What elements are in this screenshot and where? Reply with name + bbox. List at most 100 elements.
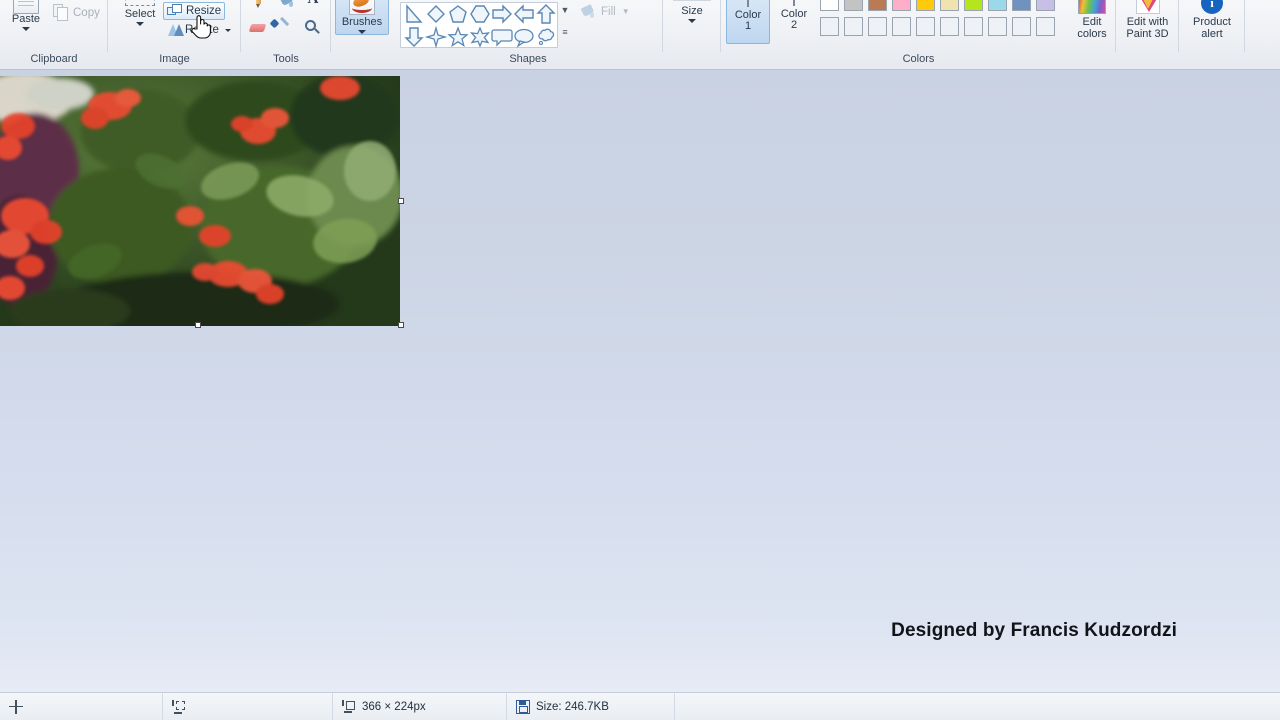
palette-swatch-r1-c1[interactable] xyxy=(820,0,839,11)
selection-handle-right-middle[interactable] xyxy=(398,198,404,204)
shape-fill-dropdown-caret[interactable]: ▼ xyxy=(622,7,630,16)
cursor-position-icon xyxy=(9,699,23,714)
select-button[interactable]: Select xyxy=(114,0,166,26)
paste-dropdown-caret[interactable] xyxy=(22,26,30,31)
size-dropdown-caret[interactable] xyxy=(688,18,696,23)
group-caption-clipboard: Clipboard xyxy=(30,53,78,65)
shape-fill-label: Fill xyxy=(601,5,616,18)
shape-six-point-star-icon[interactable] xyxy=(469,26,491,48)
palette-swatch-r2-c1[interactable] xyxy=(820,17,839,36)
text-a-icon[interactable]: A xyxy=(306,0,320,7)
group-caption-colors: Colors xyxy=(902,53,935,65)
status-selection-size xyxy=(163,693,333,720)
palette-swatch-r1-c10[interactable] xyxy=(1036,0,1055,11)
select-label: Select xyxy=(124,8,156,20)
info-circle-icon: i xyxy=(1201,0,1223,14)
brushes-icon xyxy=(349,0,375,15)
shape-hexagon-icon[interactable] xyxy=(469,3,491,25)
canvas-photo xyxy=(0,76,400,326)
shape-up-arrow-icon[interactable] xyxy=(535,3,557,25)
shape-pentagon-icon[interactable] xyxy=(447,3,469,25)
paint-3d-icon xyxy=(1135,0,1160,14)
product-alert-button[interactable]: i Product alert xyxy=(1180,0,1244,42)
shape-left-arrow-icon[interactable] xyxy=(513,3,535,25)
shape-four-point-star-icon[interactable] xyxy=(425,26,447,48)
shapes-scroll-up-button[interactable]: ▼ xyxy=(558,3,572,18)
shape-diamond-icon[interactable] xyxy=(425,3,447,25)
selection-handle-bottom-middle[interactable] xyxy=(195,322,201,328)
palette-swatch-r2-c5[interactable] xyxy=(916,17,935,36)
ribbon-group-brushes: Brushes xyxy=(331,0,393,52)
palette-swatch-r1-c7[interactable] xyxy=(964,0,983,11)
status-spacer xyxy=(675,693,1280,720)
rotate-icon xyxy=(166,23,184,37)
shape-fill-button[interactable]: Fill ▼ xyxy=(580,4,630,19)
palette-swatch-r1-c3[interactable] xyxy=(868,0,887,11)
shape-right-arrow-icon[interactable] xyxy=(491,3,513,25)
select-dropdown-caret[interactable] xyxy=(136,21,144,26)
product-alert-label-line1: Product xyxy=(1193,16,1231,28)
palette-swatch-r2-c6[interactable] xyxy=(940,17,959,36)
shapes-scroll-expand-button[interactable]: ≡ xyxy=(558,26,572,41)
ribbon-group-captions: Clipboard Image Tools Shapes Colors xyxy=(0,52,1280,69)
shape-five-point-star-icon[interactable] xyxy=(447,26,469,48)
paste-button[interactable]: Paste xyxy=(4,0,48,31)
fill-bucket-icon xyxy=(580,4,597,19)
palette-swatch-r1-c6[interactable] xyxy=(940,0,959,11)
paste-label: Paste xyxy=(11,13,41,25)
ribbon-group-size: Size xyxy=(663,0,721,52)
paint-window: Paste Copy Select Resize Brushes ▼ ≡ Fil… xyxy=(0,0,1280,720)
palette-swatch-r2-c2[interactable] xyxy=(844,17,863,36)
palette-swatch-r2-c7[interactable] xyxy=(964,17,983,36)
palette-swatch-r1-c4[interactable] xyxy=(892,0,911,11)
palette-swatch-r1-c5[interactable] xyxy=(916,0,935,11)
selection-handle-bottom-right[interactable] xyxy=(398,322,404,328)
status-bar: 366 × 224px Size: 246.7KB xyxy=(0,692,1280,720)
edit-colors-label-line2: colors xyxy=(1077,27,1107,40)
paint3d-label-line2: Paint 3D xyxy=(1126,27,1169,40)
brushes-label: Brushes xyxy=(341,16,383,28)
palette-swatch-r1-c2[interactable] xyxy=(844,0,863,11)
select-marquee-icon xyxy=(125,0,155,6)
size-button[interactable]: Size xyxy=(669,0,715,23)
shapes-gallery[interactable] xyxy=(400,2,558,48)
palette-swatch-r2-c10[interactable] xyxy=(1036,17,1055,36)
ribbon-group-shapes: ▼ ≡ Fill ▼ xyxy=(393,0,663,52)
palette-swatch-r2-c3[interactable] xyxy=(868,17,887,36)
shape-down-arrow-icon[interactable] xyxy=(403,26,425,48)
product-alert-label-line2: alert xyxy=(1201,27,1223,40)
rotate-dropdown-caret[interactable] xyxy=(224,29,231,32)
image-canvas[interactable] xyxy=(0,76,400,326)
copy-label: Copy xyxy=(73,6,100,19)
file-size-value: Size: 246.7KB xyxy=(536,700,609,713)
ribbon-group-image: Select Resize Rotate xyxy=(108,0,241,52)
brushes-dropdown-caret[interactable] xyxy=(358,29,366,34)
paint3d-label-line1: Edit with xyxy=(1126,16,1169,28)
mouse-cursor-hand xyxy=(191,15,211,39)
shape-rect-callout-icon[interactable] xyxy=(491,26,513,48)
canvas-area[interactable]: Designed by Francis Kudzordzi xyxy=(0,70,1280,692)
selection-size-icon xyxy=(172,699,186,714)
save-disk-icon xyxy=(516,699,530,714)
edit-colors-button[interactable]: Edit colors xyxy=(1069,0,1115,44)
edit-with-paint3d-button[interactable]: Edit with Paint 3D xyxy=(1117,0,1178,44)
color-1-button[interactable]: Color 1 xyxy=(726,0,770,44)
palette-swatch-r2-c4[interactable] xyxy=(892,17,911,36)
ribbon-group-colors: Color 1 Color 2 Edit colors xyxy=(721,0,1116,52)
palette-swatch-r1-c8[interactable] xyxy=(988,0,1007,11)
shapes-scroll-controls[interactable]: ▼ ≡ xyxy=(558,2,572,48)
ribbon-group-tools: A xyxy=(241,0,331,52)
palette-swatch-r2-c8[interactable] xyxy=(988,17,1007,36)
copy-button[interactable]: Copy xyxy=(50,3,103,22)
brushes-button[interactable]: Brushes xyxy=(335,0,389,35)
shape-triangle-icon[interactable] xyxy=(403,3,425,25)
color-wheel-icon xyxy=(1078,0,1106,14)
palette-swatch-r2-c9[interactable] xyxy=(1012,17,1031,36)
color-2-label-line2: 2 xyxy=(790,19,798,32)
shape-cloud-callout-icon[interactable] xyxy=(535,26,557,48)
shape-oval-callout-icon[interactable] xyxy=(513,26,535,48)
palette-swatch-r1-c9[interactable] xyxy=(1012,0,1031,11)
size-label: Size xyxy=(681,5,703,17)
status-file-size: Size: 246.7KB xyxy=(507,693,675,720)
color-2-button[interactable]: Color 2 xyxy=(772,0,816,44)
